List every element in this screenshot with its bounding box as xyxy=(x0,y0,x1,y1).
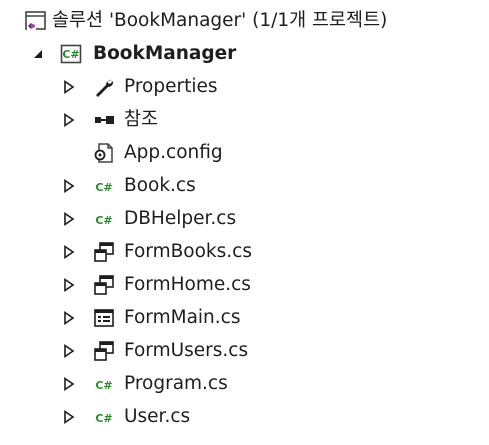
collapsed-arrow-icon[interactable] xyxy=(62,113,76,127)
solution-icon xyxy=(25,11,46,30)
references-icon xyxy=(95,116,114,124)
item-label: Program.cs xyxy=(124,372,228,394)
tree-row-formbooks-cs[interactable]: FormBooks.cs xyxy=(0,235,489,269)
svg-text:C#: C# xyxy=(95,181,112,194)
collapsed-arrow-icon[interactable] xyxy=(62,212,76,226)
wrench-icon xyxy=(96,79,114,97)
item-label: FormMain.cs xyxy=(124,306,241,328)
config-file-icon xyxy=(94,143,113,163)
tree-row-formusers-cs[interactable]: FormUsers.cs xyxy=(0,334,489,368)
collapsed-arrow-icon[interactable] xyxy=(62,245,76,259)
tree-row-user-cs[interactable]: C# User.cs xyxy=(0,400,489,434)
collapsed-arrow-icon[interactable] xyxy=(62,80,76,94)
tree-row-program-cs[interactable]: C# Program.cs xyxy=(0,367,489,401)
tree-row-project[interactable]: C# BookManager xyxy=(0,37,489,71)
csharp-file-icon: C# xyxy=(95,379,112,392)
expanded-arrow-icon[interactable] xyxy=(31,47,45,61)
solution-label: 솔루션 'BookManager' (1/1개 프로젝트) xyxy=(52,9,388,31)
collapsed-arrow-icon[interactable] xyxy=(62,377,76,391)
tree-row-references[interactable]: 참조 xyxy=(0,103,489,137)
csharp-project-icon: C# xyxy=(60,44,82,64)
collapsed-arrow-icon[interactable] xyxy=(62,179,76,193)
csharp-file-icon: C# xyxy=(95,412,112,425)
svg-text:C#: C# xyxy=(95,412,112,425)
tree-row-formmain-cs[interactable]: FormMain.cs xyxy=(0,301,489,335)
svg-text:C#: C# xyxy=(62,48,79,61)
collapsed-arrow-icon[interactable] xyxy=(62,311,76,325)
csharp-file-icon: C# xyxy=(95,181,112,194)
tree-row-properties[interactable]: Properties xyxy=(0,70,489,104)
item-label: Book.cs xyxy=(124,174,196,196)
project-label: BookManager xyxy=(93,42,237,64)
solution-explorer-tree: 솔루션 'BookManager' (1/1개 프로젝트) C# BookMan… xyxy=(0,0,489,445)
item-label: User.cs xyxy=(124,405,191,427)
item-label: FormHome.cs xyxy=(124,273,251,295)
item-label: DBHelper.cs xyxy=(124,207,237,229)
item-label: FormBooks.cs xyxy=(124,240,252,262)
tree-row-app-config[interactable]: App.config xyxy=(0,136,489,170)
form-icon xyxy=(94,341,114,361)
svg-text:C#: C# xyxy=(95,379,112,392)
item-label: App.config xyxy=(124,141,223,163)
svg-text:C#: C# xyxy=(95,214,112,227)
collapsed-arrow-icon[interactable] xyxy=(62,278,76,292)
tree-row-solution[interactable]: 솔루션 'BookManager' (1/1개 프로젝트) xyxy=(0,4,489,38)
form-icon xyxy=(94,242,114,262)
collapsed-arrow-icon[interactable] xyxy=(62,410,76,424)
tree-row-formhome-cs[interactable]: FormHome.cs xyxy=(0,268,489,302)
form-icon xyxy=(94,275,114,295)
item-label: 참조 xyxy=(124,108,159,130)
item-label: Properties xyxy=(124,75,218,97)
collapsed-arrow-icon[interactable] xyxy=(62,344,76,358)
csharp-file-icon: C# xyxy=(95,214,112,227)
item-label: FormUsers.cs xyxy=(124,339,249,361)
tree-row-book-cs[interactable]: C# Book.cs xyxy=(0,169,489,203)
mdi-form-icon xyxy=(94,309,114,327)
tree-row-dbhelper-cs[interactable]: C# DBHelper.cs xyxy=(0,202,489,236)
